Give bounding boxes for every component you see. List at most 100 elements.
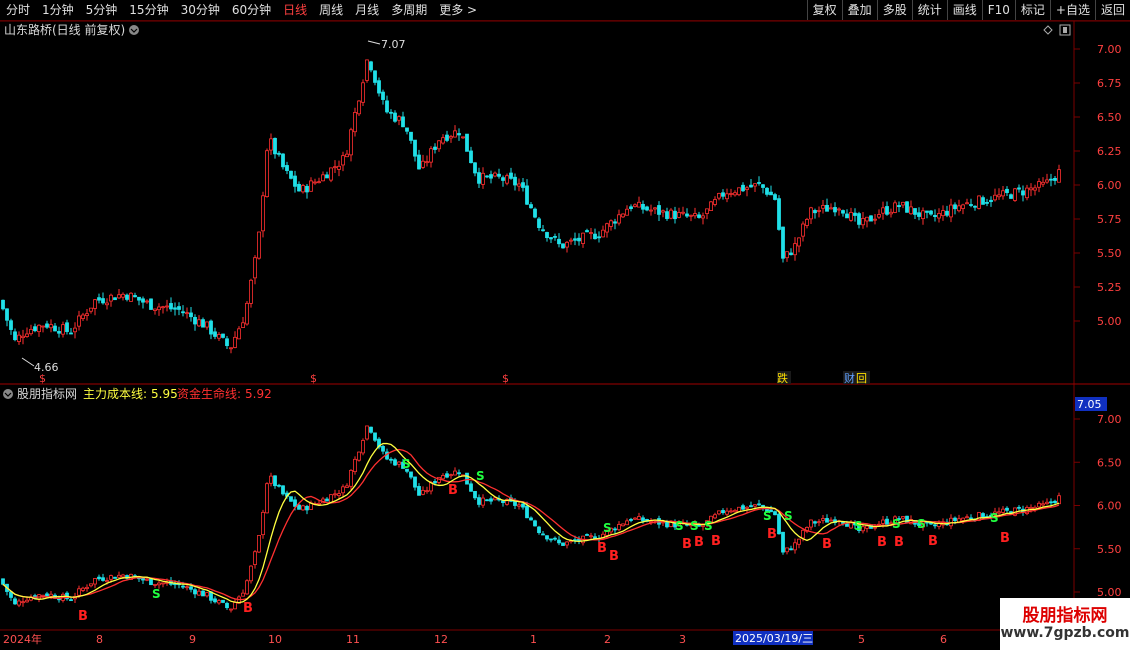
candle-body bbox=[525, 185, 529, 205]
candle-body bbox=[793, 243, 797, 256]
candle-body bbox=[145, 300, 149, 303]
candle-body bbox=[1029, 506, 1033, 509]
candle-body bbox=[193, 316, 197, 325]
candle-body bbox=[293, 499, 297, 507]
candle-body bbox=[441, 137, 445, 144]
candle-body bbox=[489, 174, 493, 179]
candle-body bbox=[301, 185, 305, 193]
candle-body bbox=[829, 207, 833, 210]
candle-body bbox=[993, 194, 997, 201]
candle-body bbox=[361, 82, 365, 103]
candle-body bbox=[389, 458, 393, 461]
candle-body bbox=[557, 238, 561, 245]
main-price-grid bbox=[1074, 48, 1080, 322]
price-tick-label: 5.50 bbox=[1097, 247, 1122, 260]
date-label: 11 bbox=[346, 633, 360, 646]
indicator-price-axis: 7.006.506.005.505.00 bbox=[1097, 413, 1122, 599]
candle-body bbox=[257, 231, 261, 259]
candle-body bbox=[5, 308, 9, 321]
candle-body bbox=[805, 219, 809, 226]
candle-body bbox=[197, 590, 201, 596]
candle-body bbox=[281, 485, 285, 495]
candle-body bbox=[609, 220, 613, 227]
candle-body bbox=[185, 312, 189, 315]
sell-signal: S bbox=[784, 509, 793, 523]
main-price-axis: 7.00 6.75 6.50 6.25 6.00 5.75 5.50 5.25 5.00 bbox=[1097, 43, 1122, 328]
candle-body bbox=[789, 252, 793, 256]
candle-body bbox=[253, 257, 257, 279]
candle-body bbox=[265, 483, 269, 514]
finance-marker[interactable]: 财 bbox=[844, 371, 855, 385]
candle-body bbox=[617, 524, 621, 531]
dividend-marker[interactable]: $ bbox=[502, 372, 509, 385]
candle-body bbox=[549, 538, 553, 541]
candle-body bbox=[277, 152, 281, 155]
candle-body bbox=[881, 519, 885, 524]
candle-body bbox=[1037, 181, 1041, 188]
candle-body bbox=[533, 520, 537, 527]
candle-body bbox=[905, 515, 909, 524]
dividend-marker[interactable]: $ bbox=[39, 372, 46, 385]
candle-body bbox=[401, 116, 405, 128]
candle-body bbox=[249, 279, 253, 304]
candle-body bbox=[1057, 495, 1061, 505]
price-tick-label: 5.75 bbox=[1097, 213, 1122, 226]
candle-body bbox=[501, 500, 505, 503]
candle-body bbox=[541, 533, 545, 536]
candle-body bbox=[873, 218, 877, 221]
candle-body bbox=[205, 321, 209, 328]
candle-body bbox=[41, 325, 45, 328]
candle-body bbox=[741, 505, 745, 510]
high-label: 7.07 bbox=[381, 38, 406, 51]
candle-body bbox=[901, 201, 905, 206]
candle-body bbox=[553, 537, 557, 540]
candle-body bbox=[1045, 179, 1049, 183]
review-marker[interactable]: 回 bbox=[856, 372, 867, 385]
price-tick-label: 6.00 bbox=[1097, 179, 1122, 192]
chart-canvas[interactable]: 山东路桥(日线 前复权) 7.00 6.75 6.50 6.25 6.00 5.75 5.5… bbox=[0, 0, 1130, 650]
candle-body bbox=[1017, 187, 1021, 190]
candle-body bbox=[389, 111, 393, 114]
candle-body bbox=[809, 519, 813, 528]
candle-body bbox=[885, 206, 889, 215]
buy-signal: B bbox=[711, 534, 721, 549]
candle-body bbox=[181, 311, 185, 314]
candle-body bbox=[953, 517, 957, 521]
candle-body bbox=[465, 472, 469, 485]
price-tick-label: 7.00 bbox=[1097, 413, 1122, 426]
candle-body bbox=[801, 529, 805, 539]
candle-body bbox=[865, 525, 869, 529]
candle-body bbox=[281, 153, 285, 168]
candle-body bbox=[413, 476, 417, 488]
limit-down-marker[interactable]: 跌 bbox=[777, 371, 788, 385]
candle-body bbox=[697, 214, 701, 218]
candle-body bbox=[125, 294, 129, 300]
candle-body bbox=[397, 461, 401, 465]
candle-body bbox=[189, 312, 193, 318]
candle-body bbox=[141, 298, 145, 303]
buy-signal: B bbox=[682, 537, 692, 552]
candle-body bbox=[297, 504, 301, 510]
candle-body bbox=[157, 582, 161, 586]
candle-body bbox=[445, 134, 449, 141]
candle-body bbox=[373, 70, 377, 83]
low-label: 4.66 bbox=[34, 361, 59, 374]
candle-body bbox=[133, 295, 137, 298]
candle-body bbox=[213, 598, 217, 603]
dividend-marker[interactable]: $ bbox=[310, 372, 317, 385]
candle-body bbox=[93, 299, 97, 309]
candle-body bbox=[301, 505, 305, 511]
candle-body bbox=[985, 202, 989, 204]
candle-body bbox=[597, 236, 601, 239]
candle-body bbox=[801, 223, 805, 237]
candle-body bbox=[41, 594, 45, 597]
candle-body bbox=[569, 239, 573, 242]
title-dropdown-icon[interactable] bbox=[129, 25, 139, 35]
candle-body bbox=[469, 150, 473, 164]
diamond-icon[interactable] bbox=[1043, 25, 1053, 35]
indicator-dropdown-icon[interactable] bbox=[3, 389, 13, 399]
watermark-url: www.7gpzb.com bbox=[1000, 625, 1130, 641]
candle-body bbox=[421, 489, 425, 495]
candle-body bbox=[329, 494, 333, 503]
main-candles bbox=[1, 59, 1061, 354]
